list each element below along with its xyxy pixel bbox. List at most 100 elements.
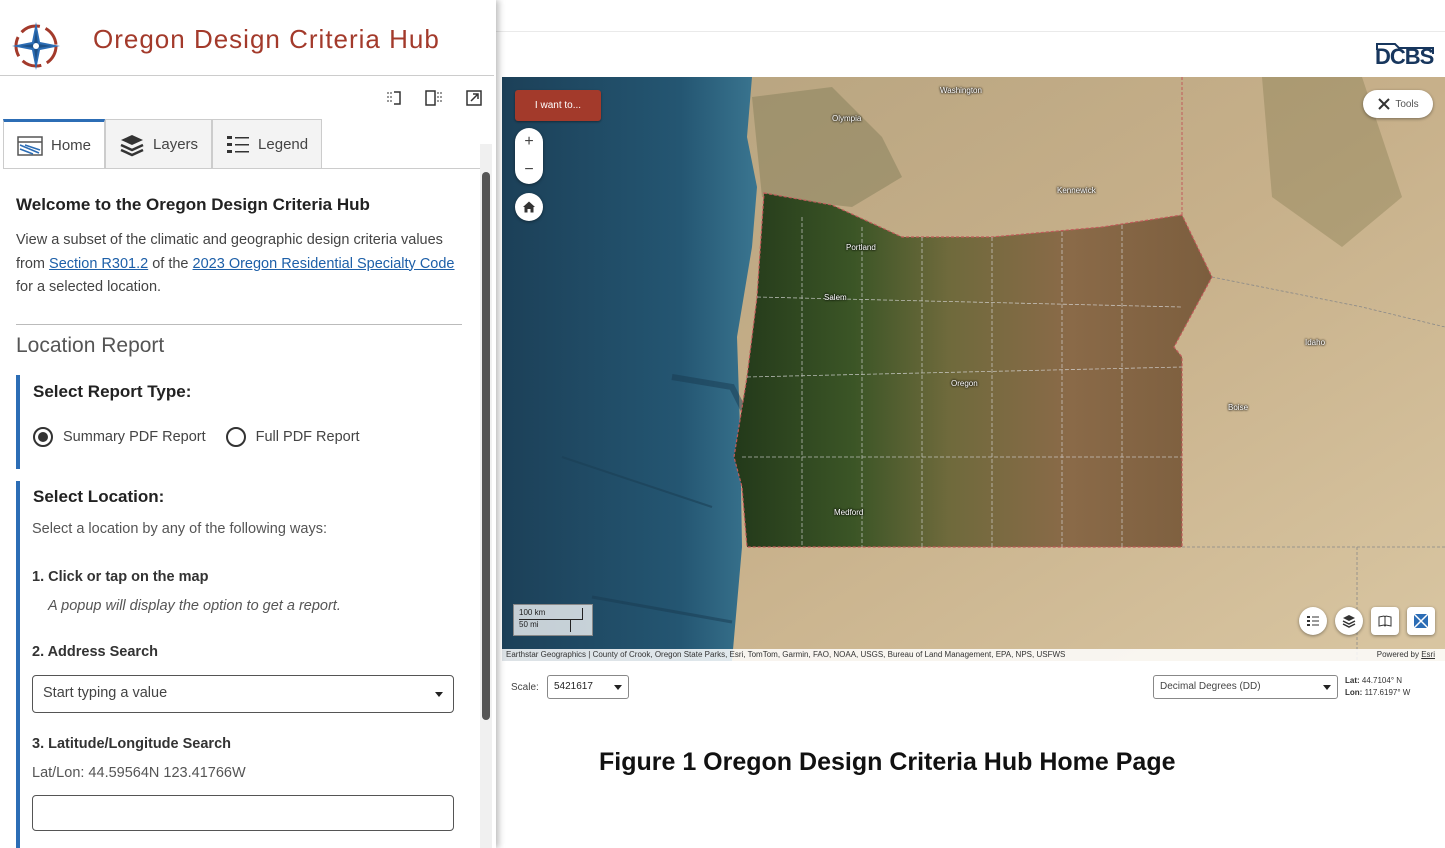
map-attribution: Earthstar Geographics | County of Crook,… [502, 649, 1445, 661]
lat-label: Lat: [1345, 676, 1360, 685]
residential-code-link[interactable]: 2023 Oregon Residential Specialty Code [193, 256, 455, 272]
basemap-widget-button[interactable] [1407, 607, 1435, 635]
cursor-coordinates: Lat: 44.7104° N Lon: 117.6197° W [1345, 675, 1410, 699]
scale-bar: 100 km 50 mi [513, 604, 593, 636]
figure-caption: Figure 1 Oregon Design Criteria Hub Home… [599, 748, 1176, 776]
lat-value: 44.7104° N [1361, 676, 1403, 685]
legend-widget-button[interactable] [1299, 607, 1327, 635]
zoom-in-button[interactable]: + [515, 128, 543, 156]
scale-select[interactable]: 5421617 [547, 675, 629, 699]
book-icon [1378, 615, 1392, 627]
zoom-control: + − [515, 128, 543, 184]
panel-tabs: Home Layers Legend [3, 119, 323, 169]
app-title: Oregon Design Criteria Hub [93, 24, 440, 54]
step-click-map: 1. Click or tap on the map [32, 569, 209, 585]
layers-icon [120, 134, 144, 156]
tools-button[interactable]: Tools [1363, 90, 1433, 118]
scale-value: 5421617 [554, 681, 593, 692]
radio-unselected-icon [225, 427, 246, 447]
select-location-section: Select Location: Select a location by an… [16, 481, 462, 848]
scale-bar-km: 100 km [519, 608, 546, 617]
select-location-intro: Select a location by any of the followin… [32, 521, 327, 537]
map-widget-toolbar [1299, 607, 1435, 635]
report-type-options: Summary PDF Report Full PDF Report [33, 427, 360, 447]
map-label-medford: Medford [834, 508, 864, 517]
tab-legend[interactable]: Legend [212, 119, 323, 169]
powered-by: Powered by Esri [1377, 650, 1435, 659]
home-icon [523, 201, 535, 213]
address-search-placeholder: Start typing a value [43, 685, 168, 701]
map-label-olympia: Olympia [832, 114, 862, 123]
map-label-oregon: Oregon [951, 379, 978, 388]
split-panel-button[interactable] [424, 88, 444, 108]
dcbs-logo-text: DCBS [1375, 44, 1434, 69]
tools-label: Tools [1395, 98, 1419, 110]
tab-layers-label: Layers [153, 136, 199, 153]
latlon-search-input[interactable] [32, 795, 454, 831]
scale-label: Scale: [511, 682, 539, 693]
collapse-panel-button[interactable] [384, 88, 404, 108]
report-type-section: Select Report Type: Summary PDF Report F… [16, 375, 462, 469]
legend-icon [1307, 616, 1319, 626]
basemap-gallery-icon [1413, 613, 1429, 629]
step-address-search: 2. Address Search [32, 644, 158, 660]
summary-pdf-report-label: Summary PDF Report [63, 429, 206, 445]
welcome-text: View a subset of the climatic and geogra… [16, 229, 456, 300]
section-divider [16, 324, 462, 325]
collapse-icon [387, 91, 401, 105]
powered-by-text: Powered by [1376, 650, 1422, 659]
map-label-kennewick: Kennewick [1057, 186, 1096, 195]
layers-widget-button[interactable] [1335, 607, 1363, 635]
tools-icon [1378, 98, 1391, 110]
lon-label: Lon: [1345, 688, 1363, 697]
welcome-title: Welcome to the Oregon Design Criteria Hu… [16, 195, 370, 214]
map-status-bar: Scale: 5421617 Decimal Degrees (DD) Lat:… [502, 661, 1445, 711]
split-view-icon [425, 90, 442, 106]
latlon-example: Lat/Lon: 44.59564N 123.41766W [32, 765, 246, 781]
coordinate-format-select[interactable]: Decimal Degrees (DD) [1153, 675, 1338, 699]
satellite-basemap [502, 77, 1445, 661]
dcbs-logo: DCBS [1373, 38, 1437, 72]
map-label-boise: Boise [1228, 403, 1249, 412]
report-type-title: Select Report Type: [33, 382, 192, 401]
i-want-to-button[interactable]: I want to... [515, 90, 601, 121]
map-label-salem: Salem [824, 293, 847, 302]
map-label-portland: Portland [846, 243, 876, 252]
compass-logo-icon [12, 22, 60, 70]
select-location-title: Select Location: [33, 487, 165, 506]
welcome-text-part2: of the [148, 255, 193, 272]
bookmarks-widget-button[interactable] [1371, 607, 1399, 635]
map-view[interactable]: Washington Olympia Kennewick Portland Sa… [502, 77, 1445, 661]
step-latlon-search: 3. Latitude/Longitude Search [32, 736, 231, 752]
chevron-down-icon [614, 685, 622, 690]
full-pdf-report-label: Full PDF Report [255, 429, 360, 445]
panel-controls [384, 88, 484, 108]
address-search-input[interactable]: Start typing a value [32, 675, 454, 713]
scale-bar-mi: 50 mi [519, 620, 539, 629]
esri-link[interactable]: Esri [1421, 650, 1435, 659]
tab-layers[interactable]: Layers [105, 119, 213, 169]
panel-header: Oregon Design Criteria Hub [0, 8, 494, 76]
lon-value: 117.6197° W [1364, 688, 1411, 697]
side-panel: Oregon Design Criteria Hub Home Layers L… [0, 0, 496, 848]
full-pdf-report-radio[interactable]: Full PDF Report [225, 427, 360, 447]
map-label-idaho: Idaho [1305, 338, 1326, 347]
chevron-down-icon [1323, 685, 1331, 690]
summary-pdf-report-radio[interactable]: Summary PDF Report [33, 427, 206, 447]
external-link-icon [466, 90, 482, 106]
legend-icon [227, 135, 250, 153]
layers-icon [1342, 615, 1356, 628]
welcome-text-part3: for a selected location. [16, 279, 162, 295]
popout-panel-button[interactable] [464, 88, 484, 108]
section-r301-link[interactable]: Section R301.2 [49, 256, 148, 272]
chevron-down-icon [435, 692, 443, 697]
step-click-map-hint: A popup will display the option to get a… [48, 598, 341, 614]
tab-home-label: Home [51, 137, 92, 154]
coordinate-format-value: Decimal Degrees (DD) [1160, 681, 1261, 692]
tab-home[interactable]: Home [3, 119, 106, 169]
zoom-out-button[interactable]: − [515, 156, 543, 184]
home-tab-content: Welcome to the Oregon Design Criteria Hu… [0, 170, 494, 848]
default-extent-button[interactable] [515, 193, 543, 221]
attribution-text: Earthstar Geographics | County of Crook,… [506, 650, 1066, 659]
tab-legend-label: Legend [258, 136, 309, 153]
